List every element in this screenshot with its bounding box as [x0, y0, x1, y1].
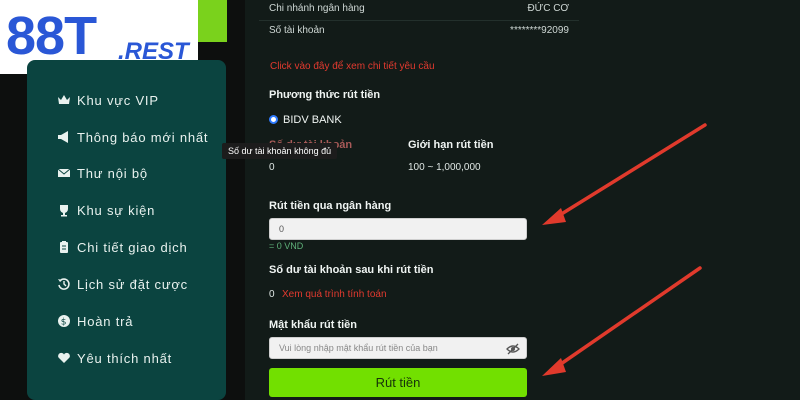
bank-branch-label: Chi nhánh ngân hàng: [269, 3, 365, 14]
balance-after-value: 0: [269, 289, 275, 300]
sidebar-item-bet-history[interactable]: Lịch sử đặt cược: [57, 274, 188, 294]
sidebar-item-label: Thông báo mới nhất: [77, 129, 209, 145]
logo-brand-text: 88T: [6, 6, 97, 66]
withdraw-method-title: Phương thức rút tiền: [269, 89, 381, 101]
account-number-row: Số tài khoản ********92099: [269, 25, 569, 36]
bank-radio[interactable]: [269, 115, 278, 124]
account-number-label: Số tài khoản: [269, 25, 325, 36]
withdraw-amount-input[interactable]: 0: [269, 218, 527, 240]
withdraw-submit-button[interactable]: Rút tiền: [269, 368, 527, 397]
trophy-icon: [57, 203, 71, 217]
crown-icon: [57, 93, 71, 107]
envelope-icon: [57, 166, 71, 180]
svg-text:$: $: [61, 318, 68, 328]
bank-branch-value: ĐỨC CƠ: [527, 3, 569, 14]
password-input[interactable]: Vui lòng nhập mật khẩu rút tiền của bạn: [269, 337, 527, 359]
sidebar-item-label: Khu sự kiện: [77, 202, 156, 218]
limit-header: Giới hạn rút tiền: [408, 139, 494, 151]
calculation-link[interactable]: Xem quá trình tính toán: [282, 289, 387, 300]
balance-value: 0: [269, 162, 275, 173]
sidebar-item-transactions[interactable]: Chi tiết giao dịch: [57, 237, 188, 257]
sidebar-item-refund[interactable]: $ Hoàn trả: [57, 311, 133, 331]
sidebar-item-label: Thư nội bộ: [77, 165, 148, 181]
sidebar-item-label: Yêu thích nhất: [77, 350, 173, 366]
sidebar-item-news[interactable]: Thông báo mới nhất: [57, 127, 208, 147]
withdraw-amount-title: Rút tiền qua ngân hàng: [269, 200, 392, 212]
history-icon: [57, 277, 71, 291]
balance-after-title: Số dư tài khoản sau khi rút tiền: [269, 264, 434, 276]
sidebar-item-vip[interactable]: Khu vực VIP: [57, 90, 159, 110]
sidebar-item-label: Khu vực VIP: [77, 92, 159, 108]
limit-value: 100 ~ 1,000,000: [408, 162, 481, 173]
sidebar-menu: Khu vực VIP Thông báo mới nhất Thư nội b…: [27, 60, 226, 400]
sidebar-item-favorites[interactable]: Yêu thích nhất: [57, 348, 172, 368]
bank-branch-row: Chi nhánh ngân hàng ĐỨC CƠ: [269, 3, 569, 14]
withdraw-panel: Chi nhánh ngân hàng ĐỨC CƠ Số tài khoản …: [245, 0, 800, 400]
divider: [259, 20, 579, 21]
insufficient-balance-tooltip: Số dư tài khoản không đủ: [222, 143, 338, 159]
header-accent-strip: [195, 0, 227, 42]
amount-hint: = 0 VND: [269, 241, 304, 251]
password-title: Mật khẩu rút tiền: [269, 319, 358, 331]
account-number-value: ********92099: [510, 25, 569, 36]
eye-off-icon[interactable]: [506, 342, 520, 356]
heart-icon: [57, 351, 71, 365]
megaphone-icon: [57, 130, 71, 144]
sidebar-item-label: Lịch sử đặt cược: [77, 276, 188, 292]
dollar-icon: $: [57, 314, 71, 328]
request-detail-link[interactable]: Click vào đây để xem chi tiết yêu cầu: [270, 61, 435, 72]
sidebar-item-label: Hoàn trả: [77, 313, 134, 329]
clipboard-icon: [57, 240, 71, 254]
sidebar-item-label: Chi tiết giao dịch: [77, 239, 188, 255]
bank-radio-label[interactable]: BIDV BANK: [283, 114, 342, 126]
sidebar-item-inbox[interactable]: Thư nội bộ: [57, 163, 148, 183]
sidebar-item-events[interactable]: Khu sự kiện: [57, 200, 155, 220]
password-placeholder: Vui lòng nhập mật khẩu rút tiền của bạn: [279, 343, 438, 353]
